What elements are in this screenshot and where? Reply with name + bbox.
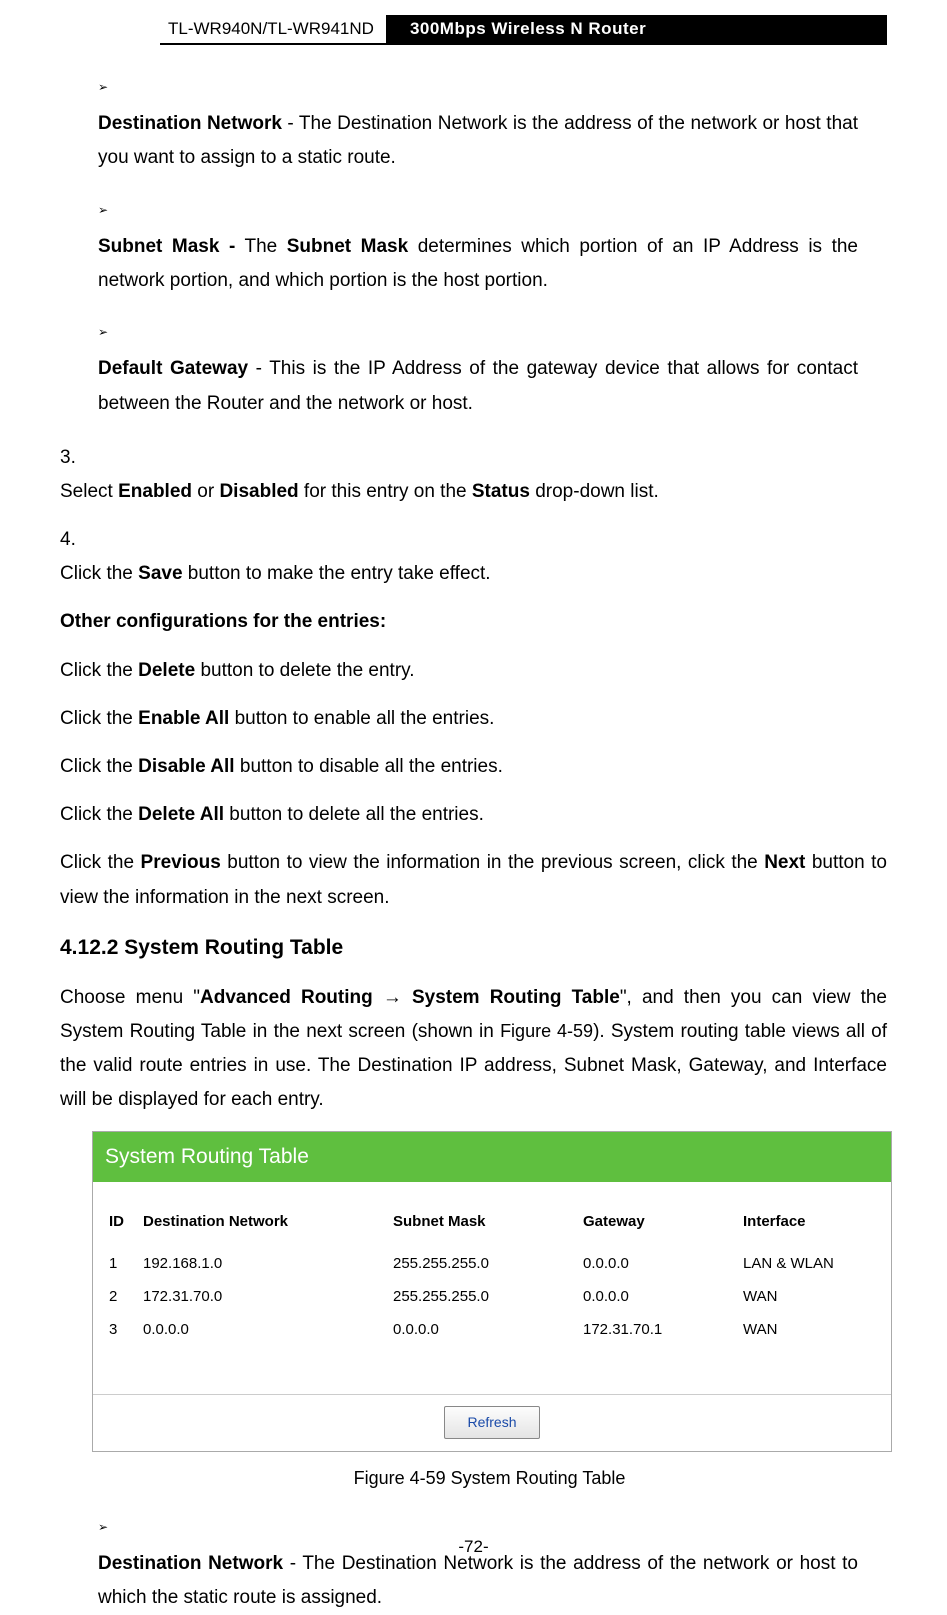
table-row: 2 172.31.70.0 255.255.255.0 0.0.0.0 WAN: [103, 1280, 881, 1313]
cell-dest: 172.31.70.0: [137, 1280, 387, 1313]
figure-footer: Refresh: [93, 1394, 891, 1451]
header-model: TL-WR940N/TL-WR941ND: [160, 15, 388, 43]
step-item: 4. Click the Save button to make the ent…: [60, 523, 887, 591]
cell-iface: WAN: [737, 1313, 881, 1346]
step-item: 3. Select Enabled or Disabled for this e…: [60, 441, 887, 509]
step-number: 4.: [60, 523, 98, 557]
section-heading: 4.12.2 System Routing Table: [60, 929, 887, 967]
col-id: ID: [103, 1204, 137, 1247]
table-header-row: ID Destination Network Subnet Mask Gatew…: [103, 1204, 881, 1247]
step-number: 3.: [60, 441, 98, 475]
page-content: ➢ Destination Network - The Destination …: [60, 73, 887, 1615]
paragraph: Click the Delete button to delete the en…: [60, 654, 887, 688]
list-item-text: Subnet Mask - The Subnet Mask determines…: [98, 230, 858, 298]
subheading: Other configurations for the entries:: [60, 605, 887, 639]
col-dest: Destination Network: [137, 1204, 387, 1247]
section-intro: Choose menu "Advanced Routing → System R…: [60, 981, 887, 1118]
col-iface: Interface: [737, 1204, 881, 1247]
triangle-bullet-icon: ➢: [98, 73, 124, 101]
list-item: ➢ Default Gateway - This is the IP Addre…: [98, 318, 887, 421]
figure-caption: Figure 4-59 System Routing Table: [92, 1462, 887, 1494]
cell-mask: 0.0.0.0: [387, 1313, 577, 1346]
numbered-steps: 3. Select Enabled or Disabled for this e…: [60, 441, 887, 592]
paragraph: Click the Disable All button to disable …: [60, 750, 887, 784]
triangle-bullet-icon: ➢: [98, 196, 124, 224]
cell-mask: 255.255.255.0: [387, 1247, 577, 1280]
step-text: Click the Save button to make the entry …: [60, 557, 848, 591]
definition-list-1: ➢ Destination Network - The Destination …: [98, 73, 887, 421]
cell-gw: 172.31.70.1: [577, 1313, 737, 1346]
paragraph-prevnext: Click the Previous button to view the in…: [60, 846, 887, 914]
term: Default Gateway: [98, 358, 248, 379]
page-number: -72-: [0, 1537, 947, 1557]
cell-id: 3: [103, 1313, 137, 1346]
figure-reference: Figure 4-59: [500, 1021, 593, 1041]
figure-box: System Routing Table ID Destination Netw…: [92, 1131, 892, 1452]
list-item-text: Destination Network - The Destination Ne…: [98, 1547, 858, 1615]
cell-id: 1: [103, 1247, 137, 1280]
figure-titlebar: System Routing Table: [93, 1132, 891, 1182]
cell-id: 2: [103, 1280, 137, 1313]
routing-table: ID Destination Network Subnet Mask Gatew…: [103, 1204, 881, 1346]
col-gw: Gateway: [577, 1204, 737, 1247]
paragraph: Click the Delete All button to delete al…: [60, 798, 887, 832]
figure: System Routing Table ID Destination Netw…: [92, 1131, 887, 1494]
refresh-button[interactable]: Refresh: [444, 1406, 539, 1439]
cell-dest: 192.168.1.0: [137, 1247, 387, 1280]
definition-list-2: ➢ Destination Network - The Destination …: [98, 1513, 887, 1615]
cell-dest: 0.0.0.0: [137, 1313, 387, 1346]
list-item: ➢ Subnet Mask - The Subnet Mask determin…: [98, 196, 887, 299]
table-row: 1 192.168.1.0 255.255.255.0 0.0.0.0 LAN …: [103, 1247, 881, 1280]
cell-gw: 0.0.0.0: [577, 1280, 737, 1313]
cell-iface: WAN: [737, 1280, 881, 1313]
header-product: 300Mbps Wireless N Router: [388, 15, 887, 43]
cell-gw: 0.0.0.0: [577, 1247, 737, 1280]
term: Subnet Mask -: [98, 236, 235, 257]
triangle-bullet-icon: ➢: [98, 318, 124, 346]
term: Destination Network: [98, 113, 282, 134]
list-item-text: Destination Network - The Destination Ne…: [98, 107, 858, 175]
col-mask: Subnet Mask: [387, 1204, 577, 1247]
cell-iface: LAN & WLAN: [737, 1247, 881, 1280]
list-item: ➢ Destination Network - The Destination …: [98, 1513, 887, 1615]
table-row: 3 0.0.0.0 0.0.0.0 172.31.70.1 WAN: [103, 1313, 881, 1346]
figure-body: ID Destination Network Subnet Mask Gatew…: [93, 1182, 891, 1394]
paragraph: Click the Enable All button to enable al…: [60, 702, 887, 736]
list-item-text: Default Gateway - This is the IP Address…: [98, 352, 858, 420]
cell-mask: 255.255.255.0: [387, 1280, 577, 1313]
page-header: TL-WR940N/TL-WR941ND 300Mbps Wireless N …: [160, 15, 887, 45]
step-text: Select Enabled or Disabled for this entr…: [60, 475, 848, 509]
list-item: ➢ Destination Network - The Destination …: [98, 73, 887, 176]
